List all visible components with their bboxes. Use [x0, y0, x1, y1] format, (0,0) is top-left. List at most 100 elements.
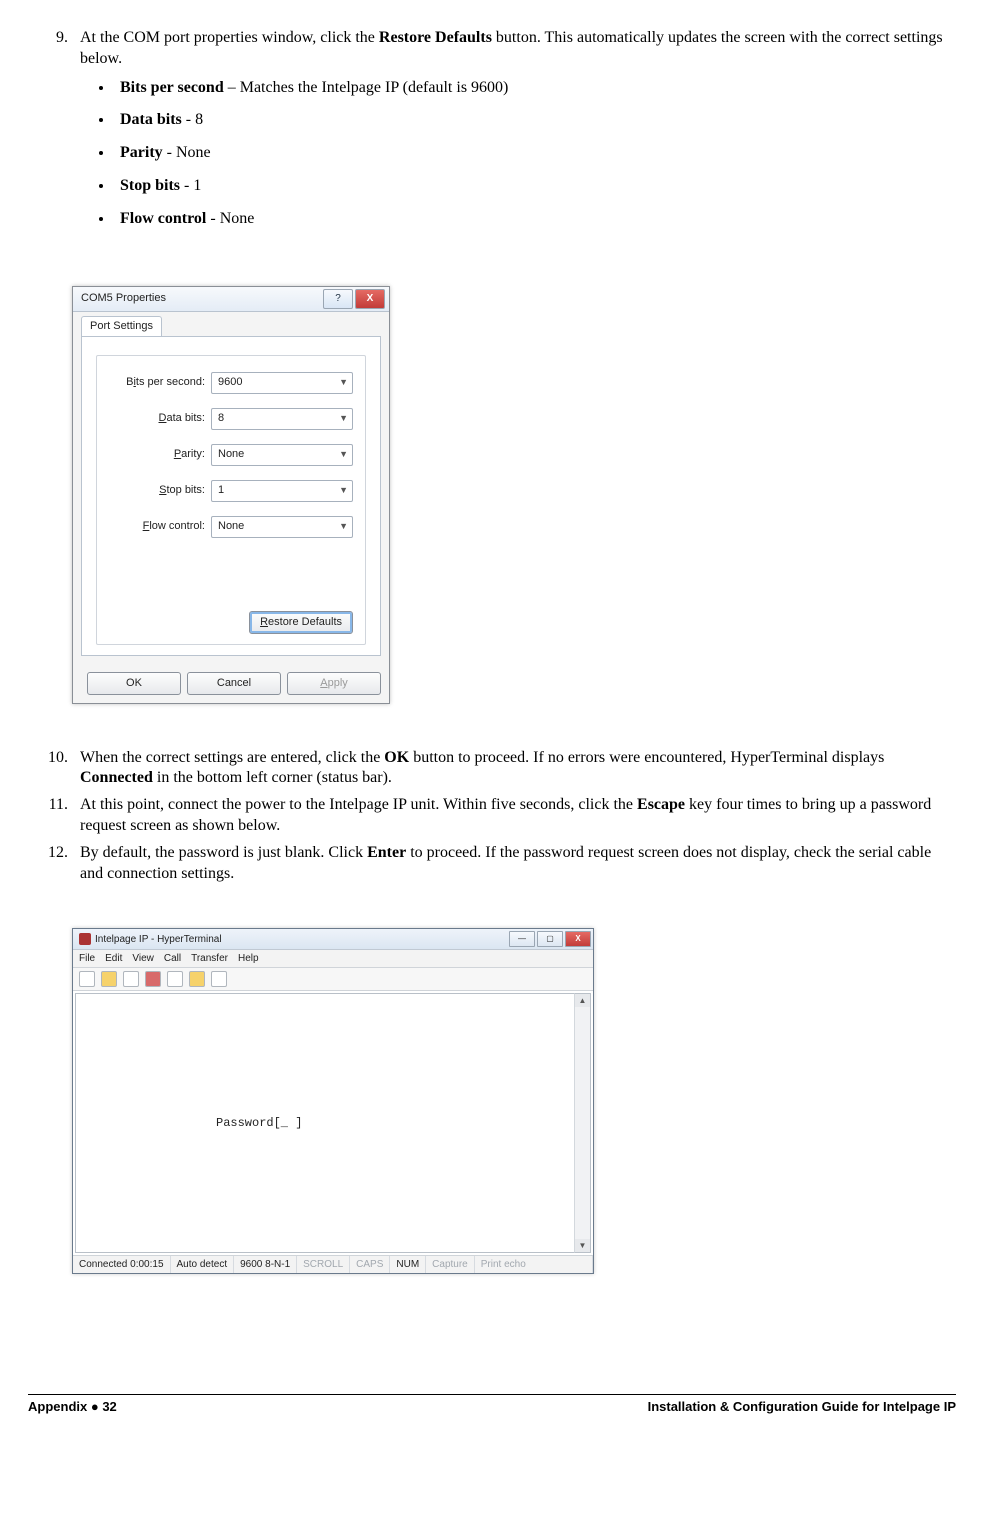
- footer-left: Appendix ● 32: [28, 1399, 117, 1416]
- restore-defaults-button[interactable]: Restore Defaults: [249, 611, 353, 634]
- com-properties-dialog: COM5 Properties ? X Port Settings Bits p…: [72, 286, 390, 704]
- scroll-down-icon[interactable]: ▼: [575, 1239, 590, 1252]
- label-flow: Flow control:: [109, 519, 211, 533]
- menu-edit[interactable]: Edit: [105, 952, 122, 965]
- tab-port-settings[interactable]: Port Settings: [81, 316, 162, 336]
- ht-app-icon: [79, 933, 91, 945]
- toolbar-send-icon[interactable]: [167, 971, 183, 987]
- terminal-text: Password[_ ]: [216, 1116, 302, 1132]
- status-num: NUM: [390, 1256, 426, 1273]
- ht-title-text: Intelpage IP - HyperTerminal: [95, 933, 222, 946]
- label-databits: Data bits:: [109, 411, 211, 425]
- ht-toolbar: [73, 968, 593, 991]
- toolbar-connect-icon[interactable]: [123, 971, 139, 987]
- chevron-down-icon: ▼: [339, 413, 348, 425]
- close-button[interactable]: X: [565, 931, 591, 947]
- footer-left-b: 32: [99, 1399, 117, 1414]
- chevron-down-icon: ▼: [339, 449, 348, 461]
- toolbar-open-icon[interactable]: [101, 971, 117, 987]
- step9-text-a: At the COM port properties window, click…: [80, 29, 379, 46]
- step-10: When the correct settings are entered, c…: [72, 748, 956, 790]
- step-12: By default, the password is just blank. …: [72, 843, 956, 885]
- step11-a: At this point, connect the power to the …: [80, 796, 637, 813]
- step9-bold-a: Restore Defaults: [379, 29, 492, 46]
- chevron-down-icon: ▼: [339, 521, 348, 533]
- setting-stopbits-rest: - 1: [180, 177, 201, 194]
- status-mode: 9600 8-N-1: [234, 1256, 297, 1273]
- step12-a: By default, the password is just blank. …: [80, 844, 367, 861]
- toolbar-new-icon[interactable]: [79, 971, 95, 987]
- setting-stopbits-label: Stop bits: [120, 177, 180, 194]
- step11-b1: Escape: [637, 796, 685, 813]
- step10-c: button to proceed. If no errors were enc…: [409, 749, 884, 766]
- ok-button[interactable]: OK: [87, 672, 181, 695]
- setting-parity-rest: - None: [163, 144, 211, 161]
- select-bps-value: 9600: [218, 375, 242, 389]
- page-footer: Appendix ● 32 Installation & Configurati…: [28, 1394, 956, 1416]
- step10-a: When the correct settings are entered, c…: [80, 749, 384, 766]
- dialog-title: COM5 Properties: [81, 291, 166, 305]
- footer-left-a: Appendix: [28, 1399, 91, 1414]
- step10-b1: OK: [384, 749, 409, 766]
- status-caps: CAPS: [350, 1256, 390, 1273]
- select-databits[interactable]: 8▼: [211, 408, 353, 430]
- ht-menubar: File Edit View Call Transfer Help: [73, 950, 593, 968]
- setting-flow: Flow control - None: [114, 209, 956, 230]
- select-flow[interactable]: None ▼: [211, 516, 353, 538]
- label-bps: Bits per second:: [109, 375, 211, 389]
- ht-titlebar: Intelpage IP - HyperTerminal — ▢ X: [73, 929, 593, 950]
- select-databits-value: 8: [218, 411, 224, 425]
- setting-bps: Bits per second – Matches the Intelpage …: [114, 78, 956, 99]
- menu-call[interactable]: Call: [164, 952, 181, 965]
- setting-flow-rest: - None: [206, 210, 254, 227]
- status-capture: Capture: [426, 1256, 475, 1273]
- status-echo: Print echo: [475, 1256, 593, 1273]
- label-parity: Parity:: [109, 447, 211, 461]
- status-connected: Connected 0:00:15: [73, 1256, 171, 1273]
- menu-transfer[interactable]: Transfer: [191, 952, 228, 965]
- select-parity-value: None: [218, 447, 244, 461]
- select-parity[interactable]: None ▼: [211, 444, 353, 466]
- chevron-down-icon: ▼: [339, 485, 348, 497]
- maximize-button[interactable]: ▢: [537, 931, 563, 947]
- footer-dot-icon: ●: [91, 1399, 99, 1414]
- step10-b2: Connected: [80, 769, 153, 786]
- hyperterminal-window: Intelpage IP - HyperTerminal — ▢ X File …: [72, 928, 594, 1274]
- setting-stopbits: Stop bits - 1: [114, 176, 956, 197]
- help-button[interactable]: ?: [323, 289, 353, 309]
- footer-right: Installation & Configuration Guide for I…: [648, 1399, 956, 1416]
- dialog-titlebar: COM5 Properties ? X: [73, 287, 389, 312]
- setting-databits-rest: - 8: [182, 111, 203, 128]
- step10-d: in the bottom left corner (status bar).: [153, 769, 392, 786]
- scroll-up-icon[interactable]: ▲: [575, 994, 590, 1007]
- cancel-button[interactable]: Cancel: [187, 672, 281, 695]
- setting-bps-rest: – Matches the Intelpage IP (default is 9…: [224, 79, 509, 96]
- select-flow-value: None: [218, 519, 244, 533]
- toolbar-properties-icon[interactable]: [211, 971, 227, 987]
- minimize-button[interactable]: —: [509, 931, 535, 947]
- label-stopbits: Stop bits:: [109, 483, 211, 497]
- settings-list: Bits per second – Matches the Intelpage …: [80, 78, 956, 230]
- tab-page: Bits per second: 9600▼ Data bits: 8▼ Par…: [81, 336, 381, 656]
- apply-button[interactable]: Apply: [287, 672, 381, 695]
- menu-file[interactable]: File: [79, 952, 95, 965]
- step-9: At the COM port properties window, click…: [72, 28, 956, 230]
- toolbar-receive-icon[interactable]: [189, 971, 205, 987]
- toolbar-disconnect-icon[interactable]: [145, 971, 161, 987]
- select-bps[interactable]: 9600 ▼: [211, 372, 353, 394]
- settings-panel: Bits per second: 9600▼ Data bits: 8▼ Par…: [96, 355, 366, 645]
- setting-databits-label: Data bits: [120, 111, 182, 128]
- close-button[interactable]: X: [355, 289, 385, 309]
- menu-view[interactable]: View: [132, 952, 154, 965]
- scrollbar[interactable]: ▲ ▼: [574, 993, 591, 1253]
- setting-parity-label: Parity: [120, 144, 163, 161]
- status-auto: Auto detect: [171, 1256, 235, 1273]
- setting-parity: Parity - None: [114, 143, 956, 164]
- step12-b1: Enter: [367, 844, 406, 861]
- select-stopbits-value: 1: [218, 483, 224, 497]
- terminal-area[interactable]: Password[_ ]: [75, 993, 574, 1253]
- setting-databits: Data bits - 8: [114, 110, 956, 131]
- menu-help[interactable]: Help: [238, 952, 259, 965]
- chevron-down-icon: ▼: [339, 377, 348, 389]
- select-stopbits[interactable]: 1▼: [211, 480, 353, 502]
